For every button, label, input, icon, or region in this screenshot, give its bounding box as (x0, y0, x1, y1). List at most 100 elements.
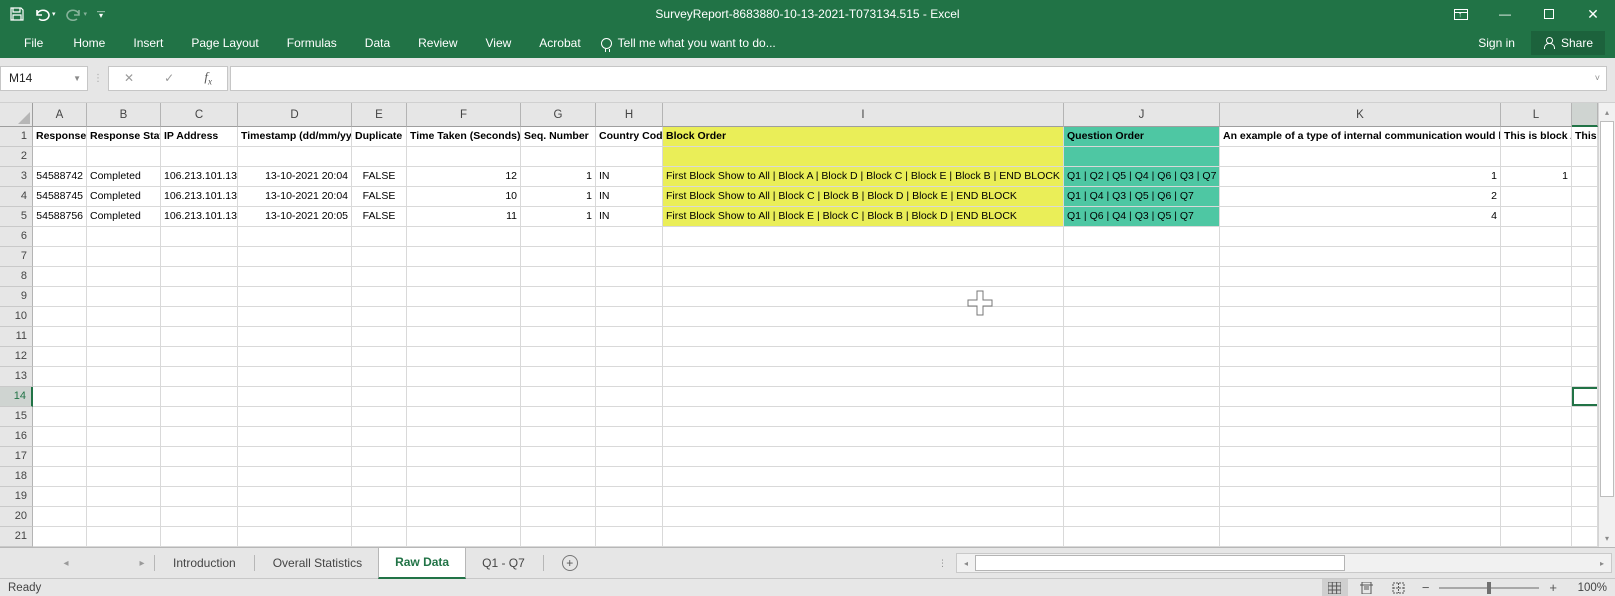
cell-D11[interactable] (238, 327, 352, 347)
cell-F20[interactable] (407, 507, 521, 527)
formula-input[interactable]: ˅ (230, 65, 1607, 91)
cell-M9[interactable] (1572, 287, 1598, 307)
cell-M11[interactable] (1572, 327, 1598, 347)
cell-C21[interactable] (161, 527, 238, 547)
cell-I16[interactable] (663, 427, 1064, 447)
cell-D13[interactable] (238, 367, 352, 387)
cell-M12[interactable] (1572, 347, 1598, 367)
cell-E2[interactable] (352, 147, 407, 167)
column-header-F[interactable]: F (407, 103, 521, 127)
cell-J5[interactable]: Q1 | Q6 | Q4 | Q3 | Q5 | Q7 (1064, 207, 1220, 227)
cell-D12[interactable] (238, 347, 352, 367)
cell-M1[interactable]: This i (1572, 127, 1598, 147)
cell-A11[interactable] (33, 327, 87, 347)
cell-I11[interactable] (663, 327, 1064, 347)
cell-L11[interactable] (1501, 327, 1572, 347)
cell-K3[interactable]: 1 (1220, 167, 1501, 187)
cell-F16[interactable] (407, 427, 521, 447)
row-header-3[interactable]: 3 (0, 167, 33, 187)
cell-K9[interactable] (1220, 287, 1501, 307)
cell-B19[interactable] (87, 487, 161, 507)
row-header-11[interactable]: 11 (0, 327, 33, 347)
cell-C12[interactable] (161, 347, 238, 367)
cell-J19[interactable] (1064, 487, 1220, 507)
cell-G8[interactable] (521, 267, 596, 287)
cell-E10[interactable] (352, 307, 407, 327)
cell-I12[interactable] (663, 347, 1064, 367)
cell-J18[interactable] (1064, 467, 1220, 487)
cell-D5[interactable]: 13-10-2021 20:05 (238, 207, 352, 227)
cell-K17[interactable] (1220, 447, 1501, 467)
cell-J7[interactable] (1064, 247, 1220, 267)
cell-H1[interactable]: Country Code (596, 127, 663, 147)
cell-F21[interactable] (407, 527, 521, 547)
tab-scroll-right-icon[interactable]: ▸ (132, 558, 152, 569)
cell-C19[interactable] (161, 487, 238, 507)
horizontal-scrollbar[interactable]: ◂ ▸ (956, 553, 1612, 573)
cell-J17[interactable] (1064, 447, 1220, 467)
cell-E5[interactable]: FALSE (352, 207, 407, 227)
cell-H9[interactable] (596, 287, 663, 307)
cell-G11[interactable] (521, 327, 596, 347)
sign-in-button[interactable]: Sign in (1466, 36, 1527, 50)
name-box[interactable]: M14 ▼ (0, 65, 88, 91)
cell-E11[interactable] (352, 327, 407, 347)
cell-J12[interactable] (1064, 347, 1220, 367)
cell-J3[interactable]: Q1 | Q2 | Q5 | Q4 | Q6 | Q3 | Q7 (1064, 167, 1220, 187)
cell-H18[interactable] (596, 467, 663, 487)
cell-G16[interactable] (521, 427, 596, 447)
cell-B17[interactable] (87, 447, 161, 467)
column-header-G[interactable]: G (521, 103, 596, 127)
sheet-tab-introduction[interactable]: Introduction (157, 548, 252, 579)
cell-B4[interactable]: Completed (87, 187, 161, 207)
cell-F14[interactable] (407, 387, 521, 407)
close-button[interactable]: ✕ (1571, 0, 1615, 28)
cell-E17[interactable] (352, 447, 407, 467)
zoom-slider-thumb[interactable] (1487, 581, 1492, 594)
cell-M2[interactable] (1572, 147, 1598, 167)
cell-E1[interactable]: Duplicate (352, 127, 407, 147)
cell-I20[interactable] (663, 507, 1064, 527)
cell-G14[interactable] (521, 387, 596, 407)
cell-E9[interactable] (352, 287, 407, 307)
column-header-A[interactable]: A (33, 103, 87, 127)
maximize-button[interactable] (1527, 0, 1571, 28)
cell-M14[interactable] (1572, 387, 1598, 407)
vertical-scrollbar[interactable]: ▴ ▾ (1598, 103, 1615, 547)
scroll-left-icon[interactable]: ◂ (957, 559, 975, 568)
cell-M8[interactable] (1572, 267, 1598, 287)
cell-G20[interactable] (521, 507, 596, 527)
cell-A17[interactable] (33, 447, 87, 467)
scroll-right-icon[interactable]: ▸ (1593, 559, 1611, 568)
cell-I2[interactable] (663, 147, 1064, 167)
cell-C13[interactable] (161, 367, 238, 387)
cell-J20[interactable] (1064, 507, 1220, 527)
cell-K18[interactable] (1220, 467, 1501, 487)
cell-D19[interactable] (238, 487, 352, 507)
cell-J9[interactable] (1064, 287, 1220, 307)
cell-A9[interactable] (33, 287, 87, 307)
cell-F1[interactable]: Time Taken (Seconds) (407, 127, 521, 147)
cell-B11[interactable] (87, 327, 161, 347)
cell-A3[interactable]: 54588742 (33, 167, 87, 187)
cell-H6[interactable] (596, 227, 663, 247)
cell-M10[interactable] (1572, 307, 1598, 327)
cell-B9[interactable] (87, 287, 161, 307)
cell-L17[interactable] (1501, 447, 1572, 467)
cell-H11[interactable] (596, 327, 663, 347)
cell-J1[interactable]: Question Order (1064, 127, 1220, 147)
row-header-12[interactable]: 12 (0, 347, 33, 367)
zoom-in-icon[interactable]: + (1545, 580, 1561, 595)
zoom-slider[interactable] (1439, 581, 1540, 594)
column-header-C[interactable]: C (161, 103, 238, 127)
cell-D20[interactable] (238, 507, 352, 527)
cell-C1[interactable]: IP Address (161, 127, 238, 147)
cell-J8[interactable] (1064, 267, 1220, 287)
cell-E15[interactable] (352, 407, 407, 427)
cell-A16[interactable] (33, 427, 87, 447)
cell-K10[interactable] (1220, 307, 1501, 327)
row-header-10[interactable]: 10 (0, 307, 33, 327)
cell-A15[interactable] (33, 407, 87, 427)
cell-D14[interactable] (238, 387, 352, 407)
column-header-D[interactable]: D (238, 103, 352, 127)
